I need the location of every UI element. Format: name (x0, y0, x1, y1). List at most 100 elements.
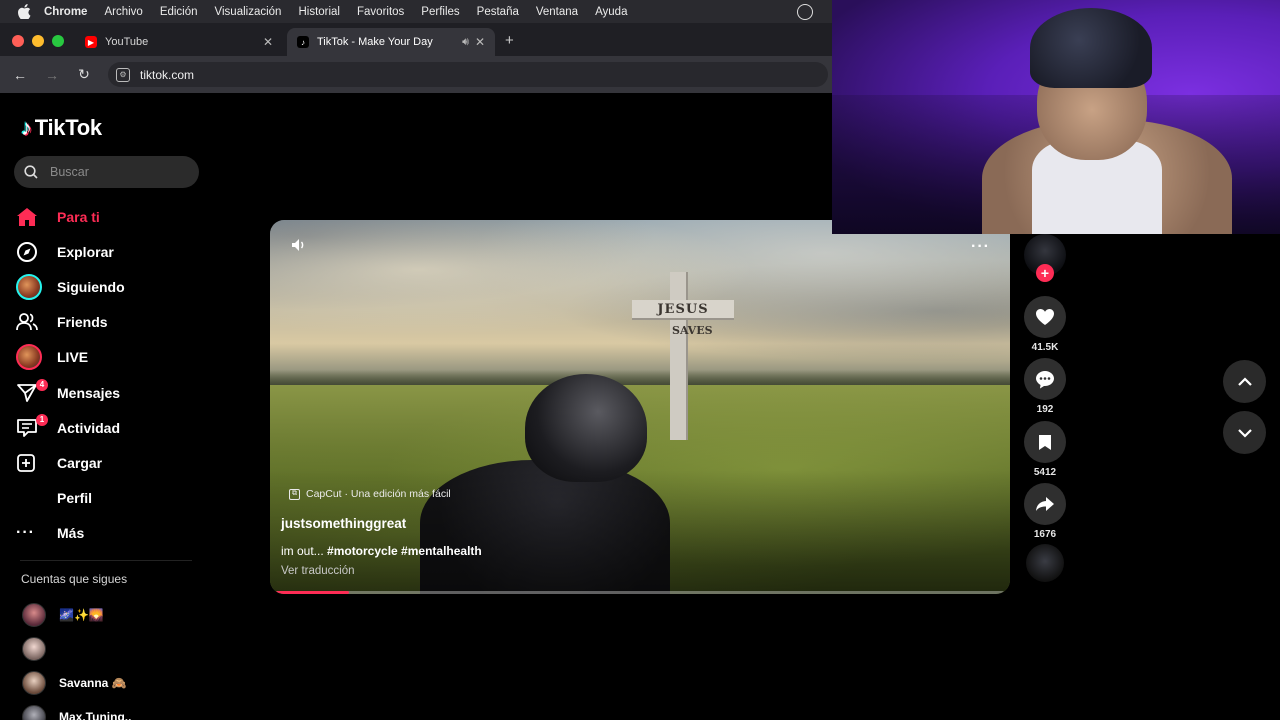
search-placeholder: Buscar (50, 165, 89, 179)
message-count-badge: 4 (36, 378, 48, 391)
menu-edicion[interactable]: Edición (160, 6, 198, 18)
search-input[interactable]: Buscar (14, 156, 199, 188)
share-action[interactable]: 1676 (1024, 483, 1066, 540)
webcam-overlay (832, 0, 1280, 234)
browser-tabbar: ▶ YouTube ✕ ♪ TikTok - Make Your Day 🔊︎ … (0, 23, 832, 56)
back-icon[interactable]: ← (12, 67, 28, 83)
following-account-item[interactable] (22, 632, 131, 666)
forward-icon[interactable]: → (44, 67, 60, 83)
menu-historial[interactable]: Historial (298, 6, 340, 18)
save-action[interactable]: 5412 (1024, 421, 1066, 478)
tab-tiktok[interactable]: ♪ TikTok - Make Your Day 🔊︎ ✕ (287, 28, 495, 56)
comment-count: 192 (1036, 404, 1054, 415)
activity-count-badge: 1 (36, 413, 48, 426)
sidebar-item-label: Para ti (57, 208, 100, 225)
more-dots-icon: ··· (16, 524, 35, 542)
sidebar-item-para-ti[interactable]: Para ti (16, 199, 196, 234)
sidebar-item-mas[interactable]: ··· Más (16, 516, 196, 551)
sidebar-item-actividad[interactable]: 1 Actividad (16, 410, 196, 445)
like-button[interactable] (1024, 296, 1066, 338)
video-progress-bar[interactable] (276, 591, 1004, 594)
following-account-item[interactable]: 🌌✨🌄 (22, 598, 131, 632)
minimize-window-button[interactable] (32, 35, 44, 47)
url-text[interactable]: tiktok.com (140, 68, 194, 82)
video-author[interactable]: justsomethinggreat (281, 516, 406, 531)
tab-youtube[interactable]: ▶ YouTube ✕ (75, 28, 283, 56)
compass-icon (16, 240, 48, 264)
send-icon: 4 (16, 378, 48, 405)
apple-icon[interactable] (16, 4, 32, 20)
volume-icon[interactable] (290, 237, 306, 253)
menu-archivo[interactable]: Archivo (104, 6, 142, 18)
capcut-label[interactable]: ⧉ CapCut · Una edición más fácil (289, 488, 451, 500)
save-count: 5412 (1033, 467, 1057, 478)
sidebar-item-mensajes[interactable]: 4 Mensajes (16, 375, 196, 410)
sidebar-item-explorar[interactable]: Explorar (16, 234, 196, 269)
see-translation-link[interactable]: Ver traducción (281, 565, 355, 577)
live-avatar-icon (16, 344, 48, 371)
description-text: im out... (281, 544, 328, 558)
more-options-icon[interactable]: ··· (971, 238, 990, 256)
webcam-person-cap (1030, 8, 1152, 88)
sidebar-item-label: Mensajes (57, 384, 121, 401)
site-settings-icon[interactable]: ⚙ (116, 67, 130, 82)
like-action[interactable]: 41.5K (1024, 296, 1066, 353)
comment-action[interactable]: 192 (1024, 358, 1066, 415)
window-controls (12, 35, 64, 47)
next-video-button[interactable] (1223, 411, 1266, 454)
status-menu-icon[interactable] (797, 4, 813, 20)
menu-favoritos[interactable]: Favoritos (357, 6, 404, 18)
video-description: im out... #motorcycle #mentalhealth (281, 544, 482, 558)
video-progress-fill (276, 591, 349, 594)
tab-title: TikTok - Make Your Day (317, 36, 433, 48)
cross-sign-vertical: SAVES (672, 324, 713, 337)
sidebar-item-live[interactable]: LIVE (16, 340, 196, 375)
sidebar-item-cargar[interactable]: Cargar (16, 445, 196, 480)
sidebar-nav: Para ti Explorar Siguiendo Friends LIVE … (16, 199, 196, 551)
bookmark-icon (1039, 434, 1051, 450)
video-player[interactable]: JESUS SAVES ··· ⧉ CapCut · Una edición m… (270, 220, 1010, 594)
save-button[interactable] (1024, 421, 1066, 463)
sidebar-item-label: Friends (57, 314, 108, 331)
menu-chrome[interactable]: Chrome (44, 6, 87, 18)
account-name: Max.Tuning.. (59, 710, 132, 720)
close-window-button[interactable] (12, 35, 24, 47)
share-icon (1036, 497, 1054, 511)
rider-helmet (525, 374, 647, 482)
youtube-icon: ▶ (85, 36, 97, 48)
close-tab-icon[interactable]: ✕ (475, 35, 485, 49)
reload-icon[interactable]: ↻ (76, 66, 92, 83)
sidebar-item-friends[interactable]: Friends (16, 305, 196, 340)
chevron-down-icon (1237, 428, 1252, 438)
menu-pestana[interactable]: Pestaña (477, 6, 519, 18)
address-bar[interactable]: ⚙ tiktok.com (108, 62, 828, 87)
new-tab-button[interactable]: + (505, 32, 514, 49)
comment-button[interactable] (1024, 358, 1066, 400)
sidebar-item-siguiendo[interactable]: Siguiendo (16, 269, 196, 304)
menu-visualizacion[interactable]: Visualización (215, 6, 282, 18)
following-account-item[interactable]: Max.Tuning.. (22, 700, 131, 720)
speaker-icon[interactable]: 🔊︎ (462, 36, 469, 49)
sidebar-item-perfil[interactable]: Perfil (16, 481, 196, 516)
sidebar-item-label: Cargar (57, 454, 103, 471)
avatar (22, 705, 46, 720)
heart-icon (1036, 309, 1054, 325)
tiktok-logo[interactable]: ♪ TikTok (21, 115, 102, 141)
sidebar-item-label: LIVE (57, 349, 89, 366)
previous-video-button[interactable] (1223, 360, 1266, 403)
music-disc-icon[interactable] (1026, 544, 1064, 582)
hashtags[interactable]: #motorcycle #mentalhealth (327, 544, 482, 558)
menu-ayuda[interactable]: Ayuda (595, 6, 627, 18)
follow-plus-button[interactable]: + (1036, 264, 1054, 282)
sidebar-item-label: Más (57, 525, 85, 542)
zoom-window-button[interactable] (52, 35, 64, 47)
sidebar-item-label: Explorar (57, 243, 114, 260)
menu-perfiles[interactable]: Perfiles (421, 6, 459, 18)
menu-ventana[interactable]: Ventana (536, 6, 578, 18)
upload-icon (16, 451, 48, 475)
close-tab-icon[interactable]: ✕ (263, 35, 273, 49)
chevron-up-icon (1237, 376, 1252, 386)
share-button[interactable] (1024, 483, 1066, 525)
sidebar-item-label: Perfil (57, 490, 93, 507)
following-account-item[interactable]: Savanna 🙈 (22, 666, 131, 700)
